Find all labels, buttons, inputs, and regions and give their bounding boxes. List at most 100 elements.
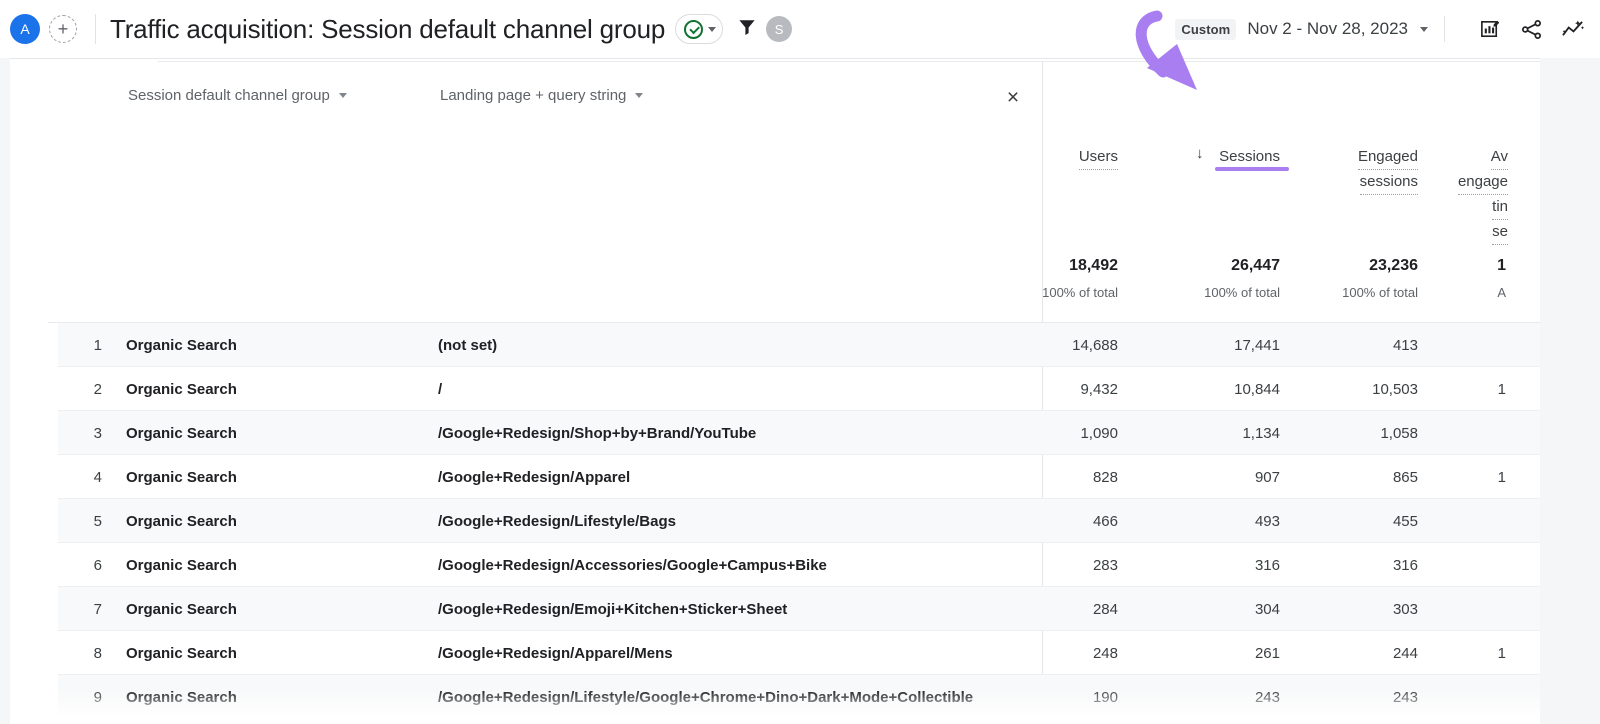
cell-avg [1428, 411, 1506, 455]
total-avg-engagement-subtext: A [1428, 285, 1506, 300]
cell-users: 284 [988, 587, 1118, 631]
date-range-label[interactable]: Nov 2 - Nov 28, 2023 [1247, 19, 1408, 39]
cell-engaged: 1,058 [1268, 411, 1418, 455]
cell-landing-page[interactable]: /Google+Redesign/Apparel/Mens [438, 631, 673, 675]
total-users-value: 18,492 [988, 257, 1118, 275]
account-avatar[interactable]: A [10, 14, 40, 44]
share-icon[interactable] [1520, 18, 1543, 41]
total-sessions-subtext: 100% of total [1120, 285, 1280, 300]
cell-landing-page[interactable]: /Google+Redesign/Shop+by+Brand/YouTube [438, 411, 756, 455]
cell-avg [1428, 675, 1506, 719]
cell-engaged: 413 [1268, 323, 1418, 367]
cell-landing-page[interactable]: /Google+Redesign/Emoji+Kitchen+Sticker+S… [438, 587, 787, 631]
table-row[interactable]: 9 Organic Search/Google+Redesign/Lifestyl… [58, 675, 1540, 719]
column-header-avg-engagement-time[interactable]: Av engage tin se [1378, 145, 1508, 245]
cell-channel-group[interactable]: Organic Search [126, 631, 237, 675]
cell-avg: 1 [1428, 631, 1506, 675]
cell-users: 190 [988, 675, 1118, 719]
cell-sessions: 304 [1128, 587, 1280, 631]
cell-channel-group[interactable]: Organic Search [126, 411, 237, 455]
cell-landing-page[interactable]: /Google+Redesign/Accessories/Google+Camp… [438, 543, 827, 587]
right-gutter [1540, 58, 1600, 724]
total-users-subtext: 100% of total [958, 285, 1118, 300]
header-top-rule [158, 61, 1540, 62]
column-header-sessions[interactable]: Sessions [1108, 145, 1280, 169]
cell-channel-group[interactable]: Organic Search [126, 455, 237, 499]
close-icon[interactable]: × [1000, 85, 1026, 111]
cell-landing-page[interactable]: / [438, 367, 442, 411]
cell-sessions: 17,441 [1128, 323, 1280, 367]
column-header-avg-line1: Av [1491, 145, 1508, 170]
cell-channel-group[interactable]: Organic Search [126, 675, 237, 719]
row-index: 10 [72, 719, 102, 724]
table-row[interactable]: 6 Organic Search/Google+Redesign/Accessor… [58, 543, 1540, 587]
cell-engaged: 455 [1268, 499, 1418, 543]
table-row[interactable]: 5Organic Search/Google+Redesign/Lifestyl… [58, 499, 1540, 543]
cell-avg [1428, 543, 1506, 587]
row-index: 4 [72, 455, 102, 499]
table-row[interactable]: 3 Organic Search/Google+Redesign/Shop+by+… [58, 411, 1540, 455]
dimension-selector-channel-group[interactable]: Session default channel group [128, 87, 347, 104]
report-table-wrapper: Session default channel group Landing pa… [48, 59, 1540, 724]
segment-avatar[interactable]: S [766, 16, 792, 42]
column-header-avg-line4: se [1492, 220, 1508, 245]
row-index: 8 [72, 631, 102, 675]
table-row[interactable]: 7Organic Search/Google+Redesign/Emoji+Ki… [58, 587, 1540, 631]
cell-channel-group[interactable]: Organic Search [126, 499, 237, 543]
table-row[interactable]: 8 Organic Search/Google+Redesign/Apparel/… [58, 631, 1540, 675]
edit-chart-icon[interactable] [1479, 18, 1502, 41]
funnel-icon[interactable] [737, 17, 757, 42]
cell-sessions: 493 [1128, 499, 1280, 543]
add-comparison-button[interactable]: + [49, 15, 77, 43]
cell-landing-page[interactable]: /Google+Redesign/Lifestyle/Google+Chrome… [438, 675, 973, 719]
cell-channel-group[interactable]: Organic Search [126, 587, 237, 631]
cell-channel-group[interactable]: Organic Search [126, 367, 237, 411]
cell-engaged: 241 [1268, 719, 1418, 724]
cell-channel-group[interactable]: Organic Search [126, 543, 237, 587]
cell-avg [1428, 323, 1506, 367]
date-chevron-down-icon[interactable] [1420, 27, 1428, 32]
cell-landing-page[interactable]: /Google+Redesign/Lifestyle/Bags [438, 499, 676, 543]
table-row[interactable]: 2Organic Search/9,43210,84410,5031 [58, 367, 1540, 411]
column-header-avg-line2: engage [1458, 170, 1508, 195]
column-header-avg-line3: tin [1492, 195, 1508, 220]
cell-engaged: 10,503 [1268, 367, 1418, 411]
chevron-down-icon [339, 93, 347, 98]
cell-landing-page[interactable]: (not set) [438, 323, 497, 367]
dimension-selector-landing-page[interactable]: Landing page + query string [440, 87, 643, 104]
table-row[interactable]: 1Organic Search(not set)14,68817,441413 [58, 323, 1540, 367]
cell-landing-page[interactable]: /Google+Redesign/Chrome+Dino+Hit+the+Slo… [438, 719, 857, 724]
row-index: 3 [72, 411, 102, 455]
cell-sessions: 907 [1128, 455, 1280, 499]
page-title: Traffic acquisition: Session default cha… [110, 14, 665, 45]
chevron-down-icon [635, 93, 643, 98]
divider [95, 14, 96, 44]
cell-channel-group[interactable]: Organic Search [126, 719, 237, 724]
cell-engaged: 303 [1268, 587, 1418, 631]
row-index: 1 [72, 323, 102, 367]
row-index: 6 [72, 543, 102, 587]
cell-sessions: 243 [1128, 675, 1280, 719]
cell-users: 828 [988, 455, 1118, 499]
table-row[interactable]: 10 Organic Search/Google+Redesign/Chrome+… [58, 719, 1540, 724]
cell-avg: 1 [1428, 455, 1506, 499]
dimension-1-label: Session default channel group [128, 87, 330, 104]
cell-landing-page[interactable]: /Google+Redesign/Apparel [438, 455, 630, 499]
cell-engaged: 243 [1268, 675, 1418, 719]
app-root: A + Traffic acquisition: Session default… [0, 0, 1600, 724]
cell-sessions: 10,844 [1128, 367, 1280, 411]
cell-engaged: 244 [1268, 631, 1418, 675]
report-content: Session default channel group Landing pa… [10, 58, 1540, 724]
cell-channel-group[interactable]: Organic Search [126, 323, 237, 367]
total-engaged-sessions-subtext: 100% of total [1258, 285, 1418, 300]
cell-engaged: 316 [1268, 543, 1418, 587]
column-header-users[interactable]: Users [988, 145, 1118, 170]
insights-icon[interactable] [1561, 18, 1586, 41]
table-row[interactable]: 4 Organic Search/Google+Redesign/Apparel 8… [58, 455, 1540, 499]
cell-avg: 1 [1428, 367, 1506, 411]
cell-avg [1428, 587, 1506, 631]
row-index: 9 [72, 675, 102, 719]
data-status-pill[interactable] [675, 14, 723, 44]
cell-users: 9,432 [988, 367, 1118, 411]
divider [1444, 16, 1445, 42]
